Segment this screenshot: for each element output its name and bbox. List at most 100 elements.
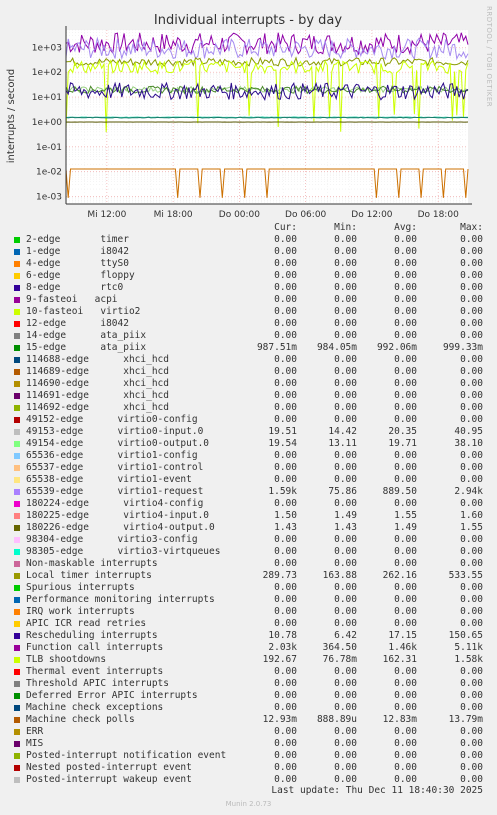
legend-row: 98304-edge virtio3-config 0.00 0.00 0.00 0.0… <box>0 534 497 546</box>
legend-min: 0.00 <box>334 318 357 329</box>
legend-swatch <box>14 741 20 747</box>
legend-min: 0.00 <box>334 246 357 257</box>
legend-cur: 0.00 <box>274 582 297 593</box>
legend-row: Machine check exceptions 0.00 0.00 0.00 0.00 <box>0 702 497 714</box>
legend-min: 0.00 <box>334 474 357 485</box>
legend-min: 0.00 <box>334 258 357 269</box>
last-update: Last update: Thu Dec 11 18:40:30 2025 <box>271 785 483 796</box>
legend-label: 65539-edge virtio1-request <box>26 486 204 497</box>
legend-cur: 0.00 <box>274 246 297 257</box>
legend-cur: 0.00 <box>274 546 297 557</box>
legend-row: Performance monitoring interrupts 0.00 0.0… <box>0 594 497 606</box>
legend-cur: 0.00 <box>274 462 297 473</box>
legend-swatch <box>14 525 20 531</box>
legend-swatch <box>14 513 20 519</box>
header-avg: Avg: <box>394 222 417 233</box>
legend-max: 0.00 <box>460 702 483 713</box>
legend-avg: 0.00 <box>394 474 417 485</box>
legend-swatch <box>14 753 20 759</box>
legend-cur: 0.00 <box>274 318 297 329</box>
legend-row: 1-edge i8042 0.00 0.00 0.00 0.00 <box>0 246 497 258</box>
legend-max: 0.00 <box>460 414 483 425</box>
legend-max: 0.00 <box>460 750 483 761</box>
legend-label: 98305-edge virtio3-virtqueues <box>26 546 221 557</box>
legend-avg: 1.49 <box>394 522 417 533</box>
legend-swatch <box>14 717 20 723</box>
header-cur: Cur: <box>274 222 297 233</box>
legend-avg: 0.00 <box>394 762 417 773</box>
legend-avg: 162.31 <box>382 654 417 665</box>
legend-row: TLB shootdowns 192.67 76.78m 162.31 1.58k <box>0 654 497 666</box>
x-tick-label: Mi 12:00 <box>87 210 126 220</box>
legend-swatch <box>14 609 20 615</box>
legend-max: 533.55 <box>448 570 483 581</box>
legend-avg: 0.00 <box>394 402 417 413</box>
legend-avg: 0.00 <box>394 246 417 257</box>
legend-swatch <box>14 669 20 675</box>
legend-max: 0.00 <box>460 270 483 281</box>
legend-max: 5.11k <box>454 642 483 653</box>
legend-row: 49153-edge virtio0-input.0 19.51 14.42 20.3… <box>0 426 497 438</box>
legend-min: 0.00 <box>334 402 357 413</box>
legend-cur: 987.51m <box>256 342 297 353</box>
legend-cur: 0.00 <box>274 294 297 305</box>
legend-min: 0.00 <box>334 726 357 737</box>
legend-avg: 0.00 <box>394 258 417 269</box>
legend-cur: 0.00 <box>274 402 297 413</box>
header-max: Max: <box>460 222 483 233</box>
legend-min: 6.42 <box>334 630 357 641</box>
legend-min: 364.50 <box>322 642 357 653</box>
legend-avg: 0.00 <box>394 738 417 749</box>
legend-cur: 0.00 <box>274 762 297 773</box>
legend-min: 0.00 <box>334 558 357 569</box>
legend-row: 65538-edge virtio1-event 0.00 0.00 0.00 0.00 <box>0 474 497 486</box>
x-tick-label: Do 18:00 <box>418 210 460 220</box>
legend-swatch <box>14 489 20 495</box>
legend-label: Threshold APIC interrupts <box>26 678 169 689</box>
legend-swatch <box>14 297 20 303</box>
legend-min: 0.00 <box>334 282 357 293</box>
legend-swatch <box>14 465 20 471</box>
legend-swatch <box>14 405 20 411</box>
legend-row: 49154-edge virtio0-output.0 19.54 13.11 19.… <box>0 438 497 450</box>
legend-label: 6-edge floppy <box>26 270 135 281</box>
legend-swatch <box>14 633 20 639</box>
legend-max: 0.00 <box>460 534 483 545</box>
legend-cur: 0.00 <box>274 474 297 485</box>
legend-avg: 0.00 <box>394 414 417 425</box>
legend-max: 999.33m <box>442 342 483 353</box>
legend-swatch <box>14 273 20 279</box>
x-tick-label: Mi 18:00 <box>154 210 193 220</box>
legend-max: 0.00 <box>460 462 483 473</box>
legend-swatch <box>14 597 20 603</box>
legend-avg: 0.00 <box>394 498 417 509</box>
legend-avg: 0.00 <box>394 366 417 377</box>
legend-cur: 1.59k <box>268 486 297 497</box>
legend-avg: 0.00 <box>394 666 417 677</box>
legend-avg: 889.50 <box>382 486 417 497</box>
legend-cur: 289.73 <box>262 570 297 581</box>
legend-row: 15-edge ata_piix 987.51m 984.05m 992.06m 999… <box>0 342 497 354</box>
legend-cur: 0.00 <box>274 750 297 761</box>
legend-row: Machine check polls 12.93m 888.89u 12.83m 13… <box>0 714 497 726</box>
legend-label: 114690-edge xhci_hcd <box>26 378 169 389</box>
legend-row: Thermal event interrupts 0.00 0.00 0.00 0.00 <box>0 666 497 678</box>
legend-min: 0.00 <box>334 678 357 689</box>
legend-avg: 19.71 <box>388 438 417 449</box>
y-tick-label: 1e+02 <box>32 68 62 78</box>
legend-min: 13.11 <box>328 438 357 449</box>
legend-swatch <box>14 249 20 255</box>
legend-table: Cur: Min: Avg: Max: 2-edge timer 0.00 0.00… <box>0 222 497 786</box>
legend-swatch <box>14 369 20 375</box>
legend-row: 8-edge rtc0 0.00 0.00 0.00 0.00 <box>0 282 497 294</box>
legend-label: 65538-edge virtio1-event <box>26 474 192 485</box>
legend-row: 9-fasteoi acpi 0.00 0.00 0.00 0.00 <box>0 294 497 306</box>
legend-row: 2-edge timer 0.00 0.00 0.00 0.00 <box>0 234 497 246</box>
legend-label: Performance monitoring interrupts <box>26 594 215 605</box>
y-axis-label: interrupts / second <box>6 69 17 163</box>
legend-row: 114688-edge xhci_hcd 0.00 0.00 0.00 0.00 <box>0 354 497 366</box>
legend-row: 114692-edge xhci_hcd 0.00 0.00 0.00 0.00 <box>0 402 497 414</box>
legend-swatch <box>14 381 20 387</box>
legend-label: Function call interrupts <box>26 642 164 653</box>
legend-min: 0.00 <box>334 306 357 317</box>
